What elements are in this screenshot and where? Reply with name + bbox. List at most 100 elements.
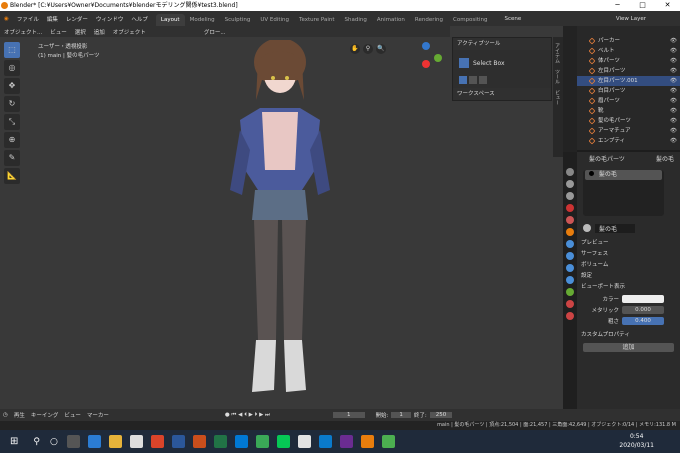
roughness-value[interactable]: 0.400: [622, 316, 664, 325]
outliner-row[interactable]: 左目パーツ 👁: [577, 66, 680, 76]
tab-compositing[interactable]: Compositing: [448, 14, 492, 26]
workspace-header[interactable]: ワークスペース: [453, 88, 551, 100]
edge-icon[interactable]: [87, 435, 101, 448]
tab-tool[interactable]: ツール: [554, 69, 561, 84]
app-icon[interactable]: [339, 435, 353, 448]
menu-keying[interactable]: キーイング: [28, 411, 62, 419]
tool-tab-icon[interactable]: [566, 168, 574, 176]
annotate-tool-icon[interactable]: ✎: [4, 150, 20, 166]
render-tab-icon[interactable]: [566, 180, 574, 188]
scene-selector[interactable]: Scene: [500, 16, 525, 22]
output-tab-icon[interactable]: [566, 192, 574, 200]
chat-icon[interactable]: [255, 435, 269, 448]
tab-item[interactable]: アイテム: [554, 43, 561, 63]
mode-subtract-icon[interactable]: [479, 76, 487, 84]
move-tool-icon[interactable]: ✥: [4, 78, 20, 94]
search-icon[interactable]: ⚲: [33, 437, 40, 447]
character-model[interactable]: [180, 40, 380, 400]
tab-sculpting[interactable]: Sculpting: [220, 14, 256, 26]
world-tab-icon[interactable]: [566, 216, 574, 224]
menu-window[interactable]: ウィンドウ: [92, 15, 128, 23]
visibility-icon[interactable]: 👁: [670, 96, 677, 106]
maximize-button[interactable]: □: [630, 0, 655, 11]
section-surface[interactable]: サーフェス: [577, 249, 680, 260]
particles-tab-icon[interactable]: [566, 252, 574, 260]
menu-edit[interactable]: 編集: [43, 15, 62, 23]
tab-texture-paint[interactable]: Texture Paint: [294, 14, 340, 26]
outliner-row[interactable]: アーマチュア 👁: [577, 126, 680, 136]
explorer-icon[interactable]: [108, 435, 122, 448]
slack-icon[interactable]: [297, 435, 311, 448]
powerpoint-icon[interactable]: [192, 435, 206, 448]
active-tool-header[interactable]: アクティブツール: [453, 38, 551, 50]
outliner-row[interactable]: ベルト 👁: [577, 46, 680, 56]
menu-help[interactable]: ヘルプ: [127, 15, 152, 23]
rotate-tool-icon[interactable]: ↻: [4, 96, 20, 112]
visibility-icon[interactable]: 👁: [670, 66, 677, 76]
section-preview[interactable]: プレビュー: [577, 238, 680, 249]
mode-set-icon[interactable]: [459, 76, 467, 84]
blender-menu-icon[interactable]: ◉: [0, 16, 13, 22]
section-volume[interactable]: ボリューム: [577, 260, 680, 271]
line-icon[interactable]: [276, 435, 290, 448]
material-slot[interactable]: 髪の毛: [585, 170, 662, 180]
data-tab-icon[interactable]: [566, 288, 574, 296]
mail-icon[interactable]: [234, 435, 248, 448]
z-axis-icon[interactable]: [422, 42, 430, 50]
transform-tool-icon[interactable]: ⊕: [4, 132, 20, 148]
visibility-icon[interactable]: 👁: [670, 56, 677, 66]
current-frame[interactable]: 1: [333, 412, 365, 418]
material-field[interactable]: 髪の毛: [595, 223, 635, 233]
menu-select[interactable]: 選択: [71, 28, 90, 36]
visibility-icon[interactable]: 👁: [670, 76, 677, 86]
camera-icon[interactable]: ⚲: [363, 44, 373, 54]
section-custom-props[interactable]: カスタムプロパティ: [577, 330, 680, 341]
menu-file[interactable]: ファイル: [13, 15, 43, 23]
section-viewport-display[interactable]: ビューポート表示: [577, 282, 680, 293]
system-clock[interactable]: 0:54 2020/03/11: [619, 432, 654, 450]
menu-render[interactable]: レンダー: [62, 15, 92, 23]
excel-icon[interactable]: [213, 435, 227, 448]
menu-playback[interactable]: 再生: [11, 411, 28, 419]
visibility-icon[interactable]: 👁: [670, 46, 677, 56]
end-frame[interactable]: 250: [429, 412, 453, 418]
scale-tool-icon[interactable]: ⤡: [4, 114, 20, 130]
outliner-row[interactable]: 眉パーツ 👁: [577, 96, 680, 106]
menu-timeline-view[interactable]: ビュー: [61, 411, 84, 419]
outliner-row[interactable]: 靴 👁: [577, 106, 680, 116]
start-frame[interactable]: 1: [391, 412, 411, 418]
minimize-button[interactable]: ─: [605, 0, 630, 11]
outliner-row[interactable]: 白目パーツ 👁: [577, 86, 680, 96]
menu-add[interactable]: 追加: [90, 28, 109, 36]
transform-orientation[interactable]: グロー...: [200, 28, 230, 36]
blender-task-icon[interactable]: [360, 435, 374, 448]
measure-tool-icon[interactable]: 📐: [4, 168, 20, 184]
playback-controls[interactable]: ● ⏮ ◀ ⏴ ▶ ⏵ ▶ ⏭: [222, 412, 273, 419]
task-view-icon[interactable]: [66, 435, 80, 448]
physics-tab-icon[interactable]: [566, 264, 574, 272]
scene-tab-icon[interactable]: [566, 204, 574, 212]
chrome-icon[interactable]: [381, 435, 395, 448]
select-box-tool-icon[interactable]: ⬚: [4, 42, 20, 58]
visibility-icon[interactable]: 👁: [670, 126, 677, 136]
material-browse-icon[interactable]: [583, 224, 591, 232]
outliner-row[interactable]: パーカー 👁: [577, 36, 680, 46]
y-axis-icon[interactable]: [434, 54, 442, 62]
word-icon[interactable]: [171, 435, 185, 448]
visibility-icon[interactable]: 👁: [670, 86, 677, 96]
store-icon[interactable]: [129, 435, 143, 448]
office-icon[interactable]: [150, 435, 164, 448]
tab-layout[interactable]: Layout: [155, 14, 185, 26]
texture-tab-icon[interactable]: [566, 312, 574, 320]
metallic-value[interactable]: 0.000: [622, 305, 664, 314]
visibility-icon[interactable]: 👁: [670, 136, 677, 146]
constraint-tab-icon[interactable]: [566, 276, 574, 284]
visibility-icon[interactable]: 👁: [670, 116, 677, 126]
section-settings[interactable]: 設定: [577, 271, 680, 282]
tab-view[interactable]: ビュー: [554, 90, 561, 105]
color-swatch[interactable]: [622, 294, 664, 303]
orbit-icon[interactable]: ✋: [350, 44, 360, 54]
menu-marker[interactable]: マーカー: [84, 411, 112, 419]
tab-animation[interactable]: Animation: [372, 14, 410, 26]
visibility-icon[interactable]: 👁: [670, 36, 677, 46]
